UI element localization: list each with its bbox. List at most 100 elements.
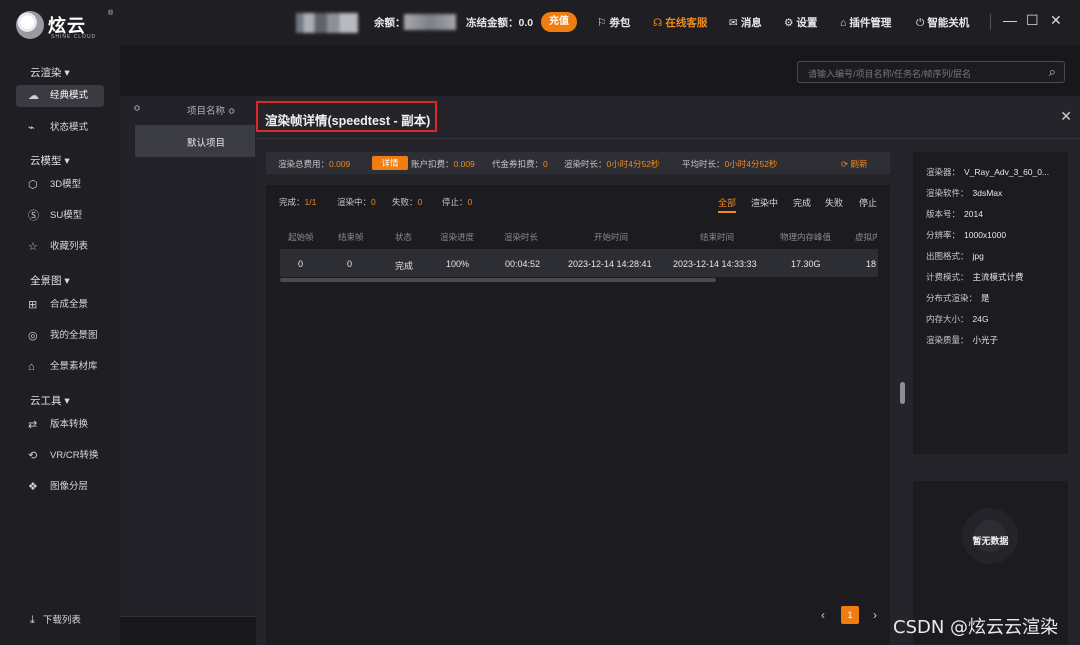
close-icon[interactable]: ✕: [1050, 12, 1062, 29]
vertical-scrollbar[interactable]: [900, 382, 905, 404]
info-output-format: 出图格式： jpg: [926, 250, 984, 262]
project-name-header[interactable]: 项目名称 ≎: [187, 103, 236, 117]
close-icon[interactable]: ✕: [1060, 108, 1072, 125]
info-value: 2014: [964, 209, 983, 219]
refresh-button[interactable]: ⟳ 刷新: [841, 158, 867, 170]
messages-button[interactable]: ✉ 消息: [729, 15, 762, 30]
sidebar-item-su-model[interactable]: Ⓢ SU模型: [16, 205, 104, 227]
tab-done[interactable]: 完成: [793, 196, 811, 209]
smart-shutdown-label: 智能关机: [927, 17, 970, 29]
layers-icon: ❖: [28, 481, 38, 493]
cube-icon: ⬡: [28, 179, 38, 191]
avatar[interactable]: [296, 13, 358, 33]
plugin-manager-button[interactable]: ⌂ 插件管理: [840, 15, 891, 30]
library-icon: ⌂: [28, 361, 35, 373]
sidebar-item-version-convert[interactable]: ⇄ 版本转换: [16, 414, 104, 436]
settings-button[interactable]: ⚙ 设置: [784, 15, 817, 30]
headset-icon: ☊: [653, 17, 663, 29]
sidebar-item-my-panorama[interactable]: ◎ 我的全景图: [16, 325, 104, 347]
tab-stopped[interactable]: 停止: [859, 196, 877, 209]
registered-mark: ®: [108, 10, 114, 17]
table-row[interactable]: 0 0 完成 100% 00:04:52 2023-12-14 14:28:41…: [280, 249, 878, 277]
panorama-icon: ⊞: [28, 299, 38, 311]
render-info-panel: 渲染器： V_Ray_Adv_3_60_0... 渲染软件： 3dsMax 版本号：…: [913, 152, 1068, 454]
average-duration: 平均时长：0小时4分52秒: [682, 158, 777, 170]
tab-rendering[interactable]: 渲染中: [751, 196, 778, 209]
sidebar-item-vr-convert[interactable]: ⟲ VR/CR转换: [16, 445, 104, 467]
watermark: CSDN @炫云云渲染: [893, 617, 1059, 638]
sidebar-item-3d-model[interactable]: ⬡ 3D模型: [16, 174, 104, 196]
column-header: 结束时间: [700, 232, 735, 242]
stat-label: 渲染中：: [337, 197, 372, 207]
section-cloud-model[interactable]: 云模型 ▾: [30, 153, 70, 168]
current-page-button[interactable]: 1: [841, 606, 859, 624]
render-duration: 渲染时长：0小时4分52秒: [564, 158, 659, 170]
sidebar-item-status-mode[interactable]: ⌁ 状态模式: [16, 117, 104, 139]
horizontal-scrollbar[interactable]: [280, 278, 716, 282]
search-icon[interactable]: ⌕: [1049, 64, 1056, 80]
tab-all[interactable]: 全部: [718, 196, 737, 213]
column-header: 状态: [395, 232, 413, 242]
total-cost: 渲染总费用：0.009: [278, 158, 350, 170]
prev-page-icon[interactable]: ‹: [821, 608, 825, 622]
online-service-button[interactable]: ☊ 在线客服: [653, 15, 707, 30]
info-billing-mode: 计费模式： 主流模式计费: [926, 271, 1024, 283]
sidebar-item-image-layers[interactable]: ❖ 图像分层: [16, 476, 104, 498]
sort-icon[interactable]: ≎: [133, 103, 141, 114]
voucher-deduction: 代金券扣费：0: [492, 158, 548, 170]
table-cell: 18: [866, 259, 877, 269]
project-name-cell: 默认项目: [187, 138, 226, 149]
column-header: 渲染时长: [504, 232, 539, 242]
next-page-icon[interactable]: ›: [873, 608, 877, 622]
stat-value: 0: [417, 197, 423, 207]
info-label: 出图格式：: [926, 251, 969, 261]
stat-label: 失败：: [392, 197, 418, 207]
sidebar-item-label: 全景素材库: [50, 361, 98, 372]
balance-value: [404, 14, 456, 30]
sidebar-item-label: 经典模式: [50, 90, 89, 101]
info-label: 版本号：: [926, 209, 961, 219]
info-memory: 内存大小： 24G: [926, 313, 989, 325]
info-resolution: 分辨率： 1000x1000: [926, 229, 1006, 241]
account-deduction-value: 0.009: [453, 159, 475, 169]
recharge-button[interactable]: 充值: [541, 12, 577, 32]
stat-value: 0: [467, 197, 473, 207]
section-cloud-tools[interactable]: 云工具 ▾: [30, 393, 70, 408]
sidebar-item-label: 图像分层: [50, 481, 89, 492]
sidebar-item-compose-panorama[interactable]: ⊞ 合成全景: [16, 294, 104, 316]
cost-detail-button[interactable]: 详情: [372, 156, 408, 170]
section-panorama[interactable]: 全景图 ▾: [30, 273, 70, 288]
table-cell: 0: [298, 259, 304, 269]
column-header: 渲染进度: [440, 232, 475, 242]
info-value: V_Ray_Adv_3_60_0...: [964, 167, 1050, 177]
section-cloud-render[interactable]: 云渲染 ▾: [30, 65, 70, 80]
sidebar-item-favorites[interactable]: ☆ 收藏列表: [16, 236, 104, 258]
info-version: 版本号： 2014: [926, 208, 983, 220]
table-row[interactable]: 默认项目: [135, 125, 255, 157]
divider: [120, 616, 256, 617]
table-cell: 0: [347, 259, 353, 269]
wave-icon: ⌁: [28, 122, 35, 134]
column-header: 起始帧: [288, 232, 314, 242]
stat-label: 完成：: [279, 197, 305, 207]
download-list-button[interactable]: ⤓ 下载列表: [30, 612, 81, 627]
stat-value: 1/1: [304, 197, 317, 207]
sidebar-item-classic-mode[interactable]: ☁ 经典模式: [16, 85, 104, 107]
table-cell: 2023-12-14 14:28:41: [568, 259, 652, 269]
coupon-button[interactable]: ⚐ 劵包: [597, 15, 630, 30]
minimize-icon[interactable]: —: [1003, 12, 1017, 28]
top-bar: 炫云 SHINE CLOUD ® 余额： 冻结金额：0.0 充值 ⚐ 劵包 ☊ 在线…: [0, 0, 1080, 46]
settings-label: 设置: [796, 17, 818, 29]
tab-failed[interactable]: 失败: [825, 196, 843, 209]
search-input[interactable]: 请输入编号/项目名称/任务名/帧序列/层名 ⌕: [797, 61, 1065, 83]
maximize-icon[interactable]: ☐: [1026, 12, 1039, 29]
table-cell: 完成: [395, 261, 414, 271]
search-placeholder: 请输入编号/项目名称/任务名/帧序列/层名: [808, 69, 972, 79]
info-value: 是: [981, 293, 990, 303]
dialog-title: 渲染帧详情(speedtest - 副本): [265, 114, 431, 128]
divider: [990, 14, 991, 30]
logo: 炫云 SHINE CLOUD ®: [16, 10, 113, 42]
info-label: 计费模式：: [926, 272, 969, 282]
sidebar-item-panorama-library[interactable]: ⌂ 全景素材库: [16, 356, 104, 378]
smart-shutdown-button[interactable]: ⏻ 智能关机: [916, 15, 969, 30]
